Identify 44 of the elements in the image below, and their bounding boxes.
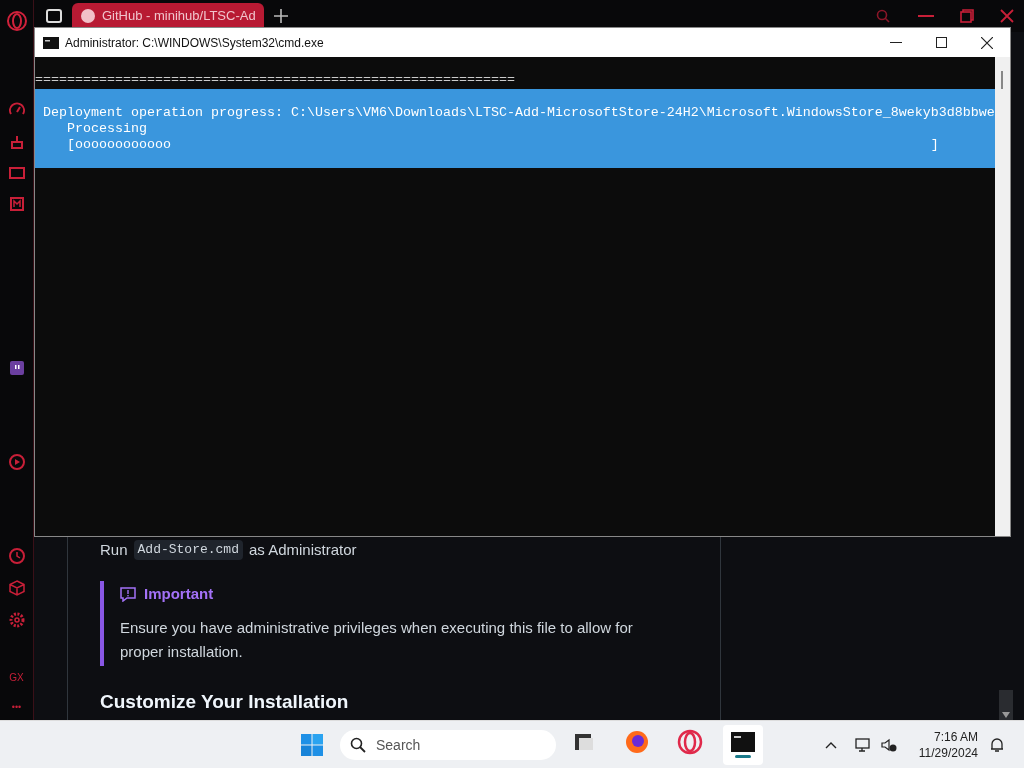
comment-alert-icon <box>120 586 136 603</box>
file-explorer-icon <box>573 731 595 752</box>
tab-list-icon[interactable] <box>46 9 62 23</box>
opera-icon[interactable] <box>5 10 28 32</box>
console-line: Processing <box>66 121 147 137</box>
callout-text: Ensure you have administrative privileges when executing this file to allow for proper installation. <box>120 617 634 662</box>
cmd-icon <box>43 36 59 49</box>
maximize-icon[interactable] <box>936 37 947 48</box>
twitch-icon[interactable] <box>8 360 25 376</box>
console-line: [oooooooooooo ] <box>66 137 939 153</box>
scrollbar-thumb[interactable] <box>1001 71 1004 89</box>
cube-icon[interactable] <box>8 580 25 596</box>
window-title: Administrator: C:\WINDOWS\System32\cmd.exe <box>65 34 324 52</box>
restore-icon[interactable] <box>960 9 974 23</box>
taskbar-app-button[interactable] <box>723 724 763 765</box>
opera-icon <box>677 728 703 755</box>
console-line: Deployment operation progress: C:\Users\VM6\Downloads\LTSC-Add-MicrosoftStore-24H2\Microsoft.WindowsStore_8wekyb3d8bbwe <box>43 105 995 121</box>
callout-title: Important <box>144 584 214 604</box>
settings-icon[interactable] <box>8 612 25 628</box>
section-heading: Customize Your Installation <box>100 689 350 714</box>
more-label[interactable]: ••• <box>11 700 22 714</box>
instruction-text: Run Add-Store.cmd as Administrator <box>100 539 358 561</box>
new-tab-icon[interactable] <box>274 9 288 23</box>
start-icon[interactable] <box>301 733 323 756</box>
minimize-icon[interactable] <box>890 41 902 44</box>
scroll-down-icon[interactable] <box>1002 712 1010 718</box>
browser-tab[interactable]: GitHub - minihub/LTSC-Ad <box>72 3 264 29</box>
network-icon[interactable] <box>854 736 873 753</box>
search-icon[interactable] <box>876 9 890 23</box>
notification-bell-icon[interactable] <box>990 736 1004 753</box>
clock-date[interactable]: 11/29/2024 <box>918 744 978 761</box>
clock-icon[interactable] <box>8 548 25 564</box>
mail-icon[interactable] <box>8 196 25 212</box>
gx-label[interactable]: GX <box>9 669 24 685</box>
search-icon <box>350 736 366 753</box>
chevron-up-icon[interactable] <box>824 740 837 749</box>
console-line: ============================================================ <box>35 72 515 88</box>
speaker-muted-icon[interactable] <box>880 737 897 752</box>
clock-time[interactable]: 7:16 AM <box>933 728 978 745</box>
search-field[interactable]: Search <box>340 729 556 760</box>
terminal-icon <box>731 731 755 752</box>
close-icon[interactable] <box>981 36 993 49</box>
play-icon[interactable] <box>8 454 25 470</box>
firefox-icon <box>625 729 649 754</box>
